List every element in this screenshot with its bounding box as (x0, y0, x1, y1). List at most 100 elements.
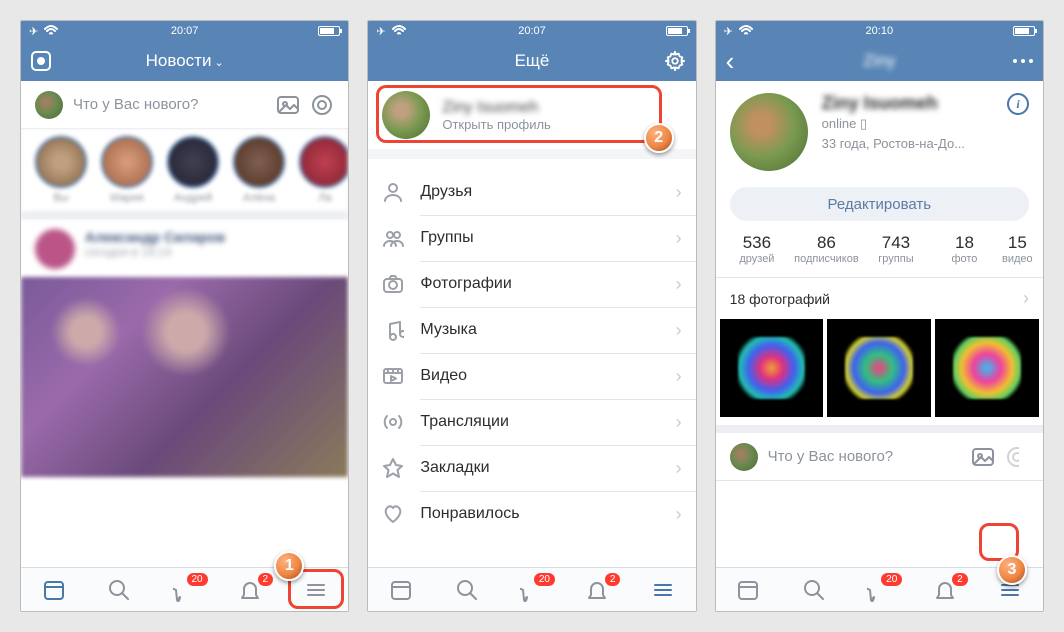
tab-messages[interactable]: 20 (170, 575, 200, 605)
tab-menu[interactable] (995, 575, 1025, 605)
compose-placeholder: Что у Вас нового? (768, 448, 961, 465)
broadcast-icon (382, 411, 404, 433)
live-icon[interactable] (1005, 445, 1029, 469)
stats-row: 536друзей 86подписчиков 743группы 18фото… (716, 233, 1043, 278)
stat-friends[interactable]: 536друзей (726, 233, 789, 265)
avatar[interactable] (730, 93, 808, 171)
avatar (35, 91, 63, 119)
menu-list: Друзья › Группы › Фотографии › Музыка › … (368, 169, 695, 537)
menu-music[interactable]: Музыка › (368, 307, 695, 353)
profile-name: Ziny Isuomeh (442, 99, 681, 117)
photo-icon[interactable] (971, 445, 995, 469)
chevron-right-icon: › (676, 228, 682, 249)
chevron-right-icon: › (676, 504, 682, 525)
menu-bookmarks[interactable]: Закладки › (368, 445, 695, 491)
navbar-title: Ещё (414, 51, 649, 71)
info-button[interactable]: i (1007, 93, 1029, 115)
camera-icon[interactable] (31, 51, 51, 71)
heart-icon (382, 503, 404, 525)
video-icon (382, 365, 404, 387)
tab-menu[interactable] (648, 575, 678, 605)
mobile-icon: ▯ (860, 116, 867, 131)
tabbar: 20 2 (368, 567, 695, 611)
tab-menu[interactable] (301, 575, 331, 605)
compose-row[interactable]: Что у Вас нового? (21, 81, 348, 129)
photo-thumb[interactable] (935, 319, 1039, 417)
stat-video[interactable]: 15видео (1002, 233, 1033, 265)
menu-photos[interactable]: Фотографии › (368, 261, 695, 307)
stat-groups[interactable]: 743группы (865, 233, 928, 265)
chevron-right-icon: › (676, 320, 682, 341)
menu-friends[interactable]: Друзья › (368, 169, 695, 215)
statusbar: ✈ 20:07 (21, 21, 348, 41)
screen-news: ✈ 20:07 Новости⌄ Что у Вас нового? Вы Ма… (20, 20, 349, 612)
navbar-title: Ziny (762, 51, 997, 71)
tabbar: 20 2 (716, 567, 1043, 611)
star-icon (382, 457, 404, 479)
status-time: 20:10 (716, 25, 1043, 37)
statusbar: ✈ 20:07 (368, 21, 695, 41)
profile-row[interactable]: Ziny Isuomeh Открыть профиль (368, 81, 695, 149)
menu-groups[interactable]: Группы › (368, 215, 695, 261)
menu-video[interactable]: Видео › (368, 353, 695, 399)
tab-notifications[interactable]: 2 (582, 575, 612, 605)
tabbar: 20 2 (21, 567, 348, 611)
statusbar: ✈ 20:10 (716, 21, 1043, 41)
tab-messages[interactable]: 20 (517, 575, 547, 605)
live-icon[interactable] (310, 93, 334, 117)
battery-icon (318, 26, 340, 36)
profile-subtitle: Открыть профиль (442, 117, 681, 132)
navbar-title[interactable]: Новости⌄ (67, 51, 302, 71)
chevron-right-icon: › (676, 366, 682, 387)
stat-followers[interactable]: 86подписчиков (794, 233, 859, 265)
navbar: Ещё (368, 41, 695, 81)
chevron-right-icon: › (676, 412, 682, 433)
edit-button[interactable]: Редактировать (730, 187, 1029, 221)
chevron-right-icon: › (1023, 288, 1029, 309)
tab-news[interactable] (386, 575, 416, 605)
more-button[interactable] (997, 59, 1033, 63)
tab-notifications[interactable]: 2 (930, 575, 960, 605)
profile-status: online ▯ (822, 116, 993, 132)
screen-more: ✈ 20:07 Ещё Ziny Isuomeh Открыть профиль… (367, 20, 696, 612)
screen-profile: ✈ 20:10 ‹ Ziny Ziny Isuomeh online ▯ 33 … (715, 20, 1044, 612)
battery-icon (666, 26, 688, 36)
photo-icon[interactable] (276, 93, 300, 117)
tab-messages[interactable]: 20 (864, 575, 894, 605)
navbar: Новости⌄ (21, 41, 348, 81)
menu-live[interactable]: Трансляции › (368, 399, 695, 445)
stat-photos[interactable]: 18фото (933, 233, 996, 265)
tab-search[interactable] (452, 575, 482, 605)
post-image[interactable] (21, 277, 348, 477)
photos-header[interactable]: 18 фотографий › (716, 278, 1043, 319)
chevron-right-icon: › (676, 274, 682, 295)
tab-news[interactable] (39, 575, 69, 605)
status-time: 20:07 (368, 25, 695, 37)
battery-icon (1013, 26, 1035, 36)
compose-row[interactable]: Что у Вас нового? (716, 433, 1043, 481)
music-icon (382, 319, 404, 341)
stories-row[interactable]: Вы Мария Андрей Алёна Ла (21, 129, 348, 219)
tab-search[interactable] (104, 575, 134, 605)
navbar: ‹ Ziny (716, 41, 1043, 81)
photo-thumb[interactable] (827, 319, 931, 417)
groups-icon (382, 227, 404, 249)
chevron-right-icon: › (676, 458, 682, 479)
back-button[interactable]: ‹ (726, 46, 762, 77)
avatar (730, 443, 758, 471)
status-time: 20:07 (21, 25, 348, 37)
profile-detail: 33 года, Ростов-на-До... (822, 136, 993, 151)
avatar (382, 91, 430, 139)
photos-strip[interactable] (716, 319, 1043, 425)
menu-liked[interactable]: Понравилось › (368, 491, 695, 537)
chevron-right-icon: › (676, 182, 682, 203)
settings-button[interactable] (650, 50, 686, 72)
tab-search[interactable] (799, 575, 829, 605)
tab-news[interactable] (733, 575, 763, 605)
compose-placeholder: Что у Вас нового? (73, 96, 266, 113)
camera-icon (382, 273, 404, 295)
tab-notifications[interactable]: 2 (235, 575, 265, 605)
feed-post[interactable]: Александр Силаров сегодня в 19:14 (21, 219, 348, 567)
friends-icon (382, 181, 404, 203)
photo-thumb[interactable] (720, 319, 824, 417)
